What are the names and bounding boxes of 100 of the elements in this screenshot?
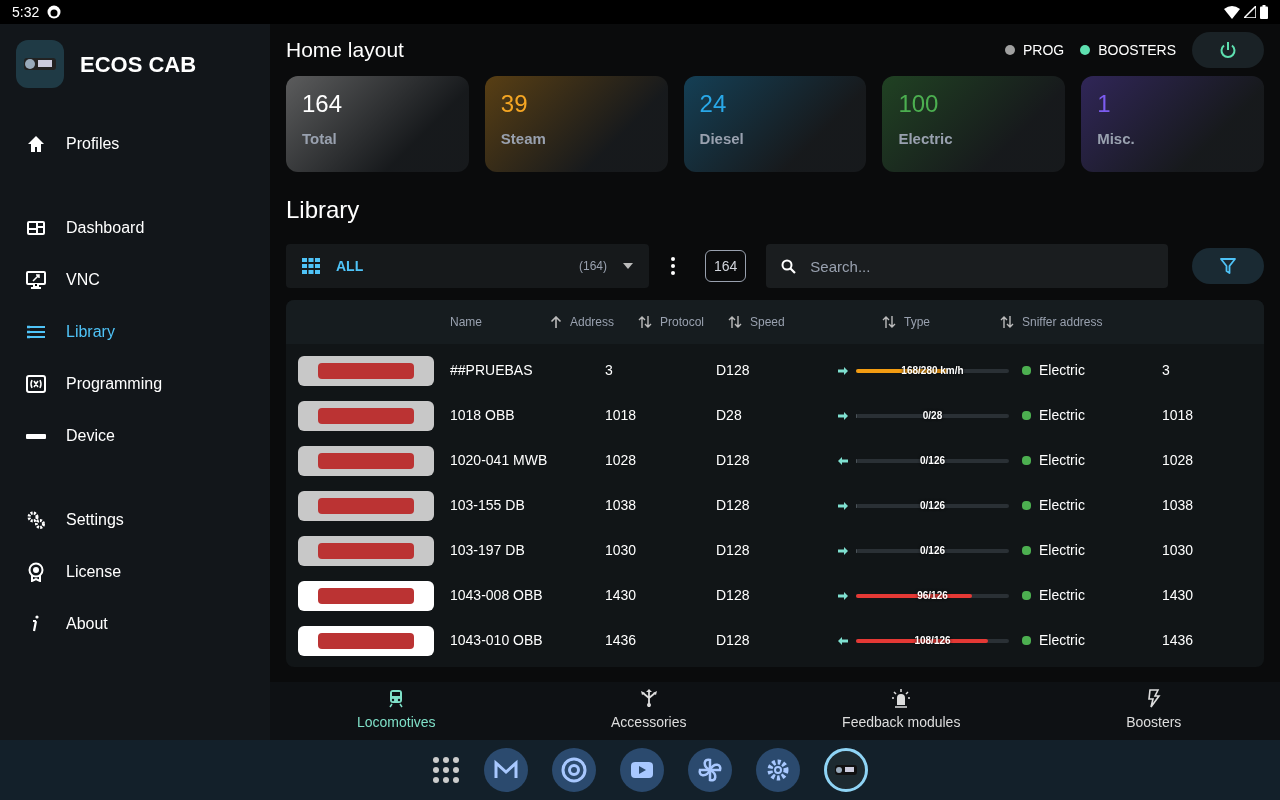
category-count: (164) xyxy=(579,258,607,274)
table-cell-text: 1030 xyxy=(1162,541,1194,560)
battery-icon xyxy=(1260,5,1268,19)
sidebar-item[interactable]: VNC xyxy=(0,254,270,306)
status-time: 5:32 xyxy=(12,3,40,22)
table-cell-text: D28 xyxy=(716,406,743,425)
table-cell-text: 3 xyxy=(1162,361,1170,380)
light-icon xyxy=(892,689,911,708)
table-cell-text: Electric xyxy=(1039,631,1085,650)
status-label: PROG xyxy=(1022,41,1065,60)
settings-app-icon[interactable] xyxy=(756,748,800,792)
table-cell-text: D128 xyxy=(716,631,751,650)
sidebar-item[interactable]: Programming xyxy=(0,358,270,410)
video-app-icon[interactable] xyxy=(620,748,664,792)
sidebar-item[interactable]: License xyxy=(0,546,270,598)
app-logo xyxy=(16,40,64,88)
pinwheel-app-icon[interactable] xyxy=(688,748,732,792)
stat-label: Total xyxy=(302,129,338,149)
table-cell-text: 1430 xyxy=(1162,586,1194,605)
speed-reading: 0/126 xyxy=(920,500,945,511)
nav-tab[interactable]: Feedback modules xyxy=(775,682,1028,740)
stat-label: Steam xyxy=(500,129,547,149)
more-icon xyxy=(671,257,675,275)
table-cell-text: Electric xyxy=(1039,496,1085,515)
table-cell-text: Electric xyxy=(1039,541,1085,560)
table-cell-text: 1018 xyxy=(1162,406,1194,425)
sidebar-item[interactable]: Device xyxy=(0,410,270,462)
nav-tab[interactable]: Accessories xyxy=(522,682,775,740)
monitor-icon xyxy=(26,270,46,290)
table-cell-text: D128 xyxy=(716,451,751,470)
column-header[interactable]: Name xyxy=(450,314,482,330)
sidebar-item[interactable]: Library xyxy=(0,306,270,358)
table-cell-text: 1028 xyxy=(1162,451,1194,470)
table-cell-text: 1028 xyxy=(605,451,638,470)
speed-reading: 0/126 xyxy=(920,545,945,556)
stat-value: 100 xyxy=(898,92,940,116)
sidebar-item[interactable]: About xyxy=(0,598,270,650)
train-icon xyxy=(387,689,406,708)
settings-icon xyxy=(26,510,46,530)
sort-icon xyxy=(882,316,896,328)
table-cell-text: D128 xyxy=(716,541,751,560)
stat-label: Misc. xyxy=(1097,129,1136,149)
sidebar-item[interactable]: Settings xyxy=(0,494,270,546)
table-cell-text: 1020-041 MWB xyxy=(450,451,549,470)
browser-app-icon[interactable] xyxy=(552,748,596,792)
award-icon xyxy=(26,562,46,582)
table-cell-text: 1018 xyxy=(605,406,638,425)
controller-app-icon[interactable] xyxy=(824,748,868,792)
table-cell-text: 1030 xyxy=(605,541,638,560)
search-field[interactable]: Search... xyxy=(766,244,1168,288)
sidebar-item[interactable]: Profiles xyxy=(0,118,270,170)
app-drawer-icon[interactable] xyxy=(432,756,460,784)
nav-tab[interactable]: Boosters xyxy=(1027,682,1280,740)
table-cell-text: 1043-008 OBB xyxy=(450,586,544,605)
dashboard-icon xyxy=(26,218,46,238)
nav-tab[interactable]: Locomotives xyxy=(270,682,523,740)
sort-ascending-icon xyxy=(550,316,562,328)
table-cell-text: 1018 OBB xyxy=(450,406,516,425)
table-cell-text: Electric xyxy=(1039,406,1085,425)
filter-icon xyxy=(1220,258,1236,274)
stat-value: 1 xyxy=(1097,92,1112,116)
column-header[interactable]: Speed xyxy=(750,314,785,330)
speed-reading: 0/126 xyxy=(920,455,945,466)
column-header[interactable]: Type xyxy=(904,314,930,330)
filter-button[interactable] xyxy=(1192,248,1264,284)
table-cell-text: 1436 xyxy=(1162,631,1194,650)
notification-icon xyxy=(47,5,62,19)
table-cell-text: 103-197 DB xyxy=(450,541,526,560)
stat-value: 39 xyxy=(500,92,529,116)
home-icon xyxy=(26,134,46,154)
table-cell-text: D128 xyxy=(716,496,751,515)
category-dropdown[interactable]: ALL (164) xyxy=(286,244,649,288)
speed-reading: 0/28 xyxy=(922,410,943,421)
column-header[interactable]: Address xyxy=(570,314,615,330)
table-cell-text: 1430 xyxy=(605,586,638,605)
table-cell-text: 103-155 DB xyxy=(450,496,526,515)
stat-value: 164 xyxy=(302,92,344,116)
table-cell-text: D128 xyxy=(716,361,751,380)
power-icon xyxy=(1219,41,1237,59)
status-label: BOOSTERS xyxy=(1098,41,1176,60)
table-cell-text: ##PRUEBAS xyxy=(450,361,534,380)
table-cell-text: 1043-010 OBB xyxy=(450,631,544,650)
table-cell-text: 3 xyxy=(605,361,614,380)
signal-icon xyxy=(1244,6,1256,18)
power-button[interactable] xyxy=(1192,32,1264,68)
page-title: Home layout xyxy=(286,37,404,64)
column-header[interactable]: Protocol xyxy=(660,314,705,330)
stat-value: 24 xyxy=(699,92,728,116)
count-badge: 164 xyxy=(705,250,747,282)
stat-label: Diesel xyxy=(699,129,745,149)
function-icon xyxy=(26,374,46,394)
table-cell-text: 1038 xyxy=(1162,496,1194,515)
table-cell-text: Electric xyxy=(1039,586,1085,605)
stat-label: Electric xyxy=(898,129,954,149)
sidebar-item[interactable]: Dashboard xyxy=(0,202,270,254)
grid-icon xyxy=(302,258,320,274)
mail-app-icon[interactable] xyxy=(484,748,528,792)
column-header[interactable]: Sniffer address xyxy=(1022,314,1103,330)
table-cell-text: D128 xyxy=(716,586,751,605)
sort-icon xyxy=(638,316,652,328)
